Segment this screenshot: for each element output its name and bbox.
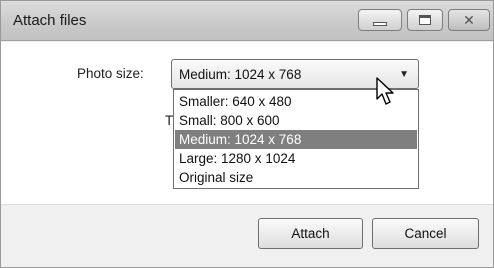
photo-size-label: Photo size: — [77, 66, 144, 81]
mouse-pointer-icon — [376, 77, 394, 105]
maximize-button[interactable] — [407, 9, 443, 31]
close-icon: ✕ — [463, 12, 475, 28]
maximize-icon — [419, 15, 431, 25]
option-original-size[interactable]: Original size — [175, 168, 417, 187]
option-medium[interactable]: Medium: 1024 x 768 — [175, 130, 417, 149]
option-small[interactable]: Small: 800 x 600 — [175, 111, 417, 130]
cancel-button[interactable]: Cancel — [372, 218, 479, 249]
close-button[interactable]: ✕ — [448, 9, 490, 31]
minimize-button[interactable] — [358, 9, 402, 31]
attach-files-dialog: Attach files ✕ Photo size: T Medium: 102… — [0, 0, 494, 268]
window-title: Attach files — [13, 12, 87, 29]
photo-size-select-value: Medium: 1024 x 768 — [179, 67, 302, 82]
option-large[interactable]: Large: 1280 x 1024 — [175, 149, 417, 168]
attach-button[interactable]: Attach — [258, 218, 363, 249]
chevron-down-icon[interactable]: ▼ — [399, 69, 409, 80]
title-bar[interactable]: Attach files ✕ — [1, 1, 493, 41]
minimize-icon — [373, 22, 387, 26]
obscured-label: T — [165, 113, 174, 128]
